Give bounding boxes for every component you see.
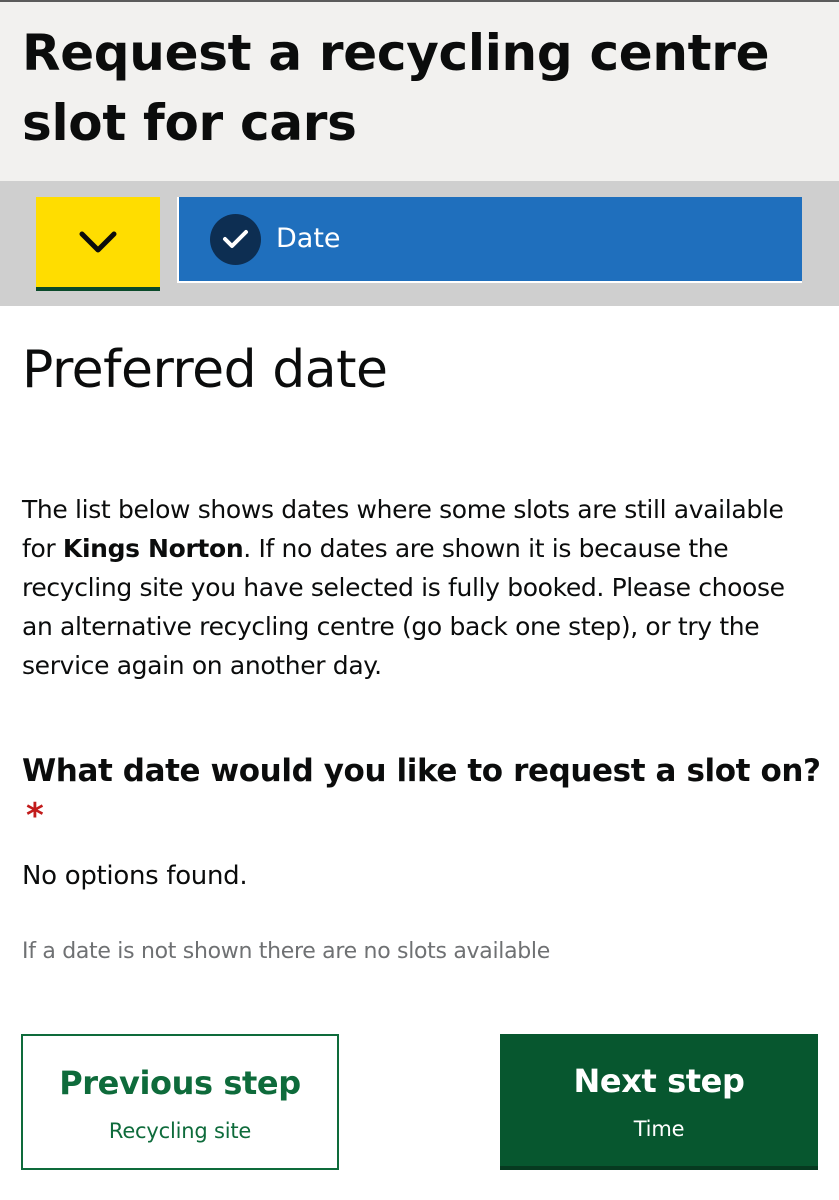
header-title: Request a recycling centre slot for cars (22, 24, 770, 152)
next-step-button[interactable]: Next step Time (500, 1034, 818, 1170)
no-options-message: No options found. (22, 861, 248, 891)
steps-toggle-button[interactable] (36, 197, 160, 291)
previous-step-sublabel: Recycling site (108, 1119, 252, 1143)
next-step-sublabel: Time (633, 1117, 685, 1141)
step-complete-badge (210, 214, 261, 265)
intro-text: The list below shows dates where some sl… (22, 490, 822, 685)
previous-step-label: Previous step (59, 1064, 301, 1102)
check-icon (223, 230, 248, 248)
chevron-down-icon (79, 231, 117, 253)
next-step-label: Next step (573, 1062, 745, 1100)
selected-site-name: Kings Norton (62, 534, 244, 563)
date-question-label: What date would you like to request a sl… (22, 753, 821, 789)
date-hint: If a date is not shown there are no slot… (22, 939, 550, 964)
required-marker: * (26, 796, 44, 836)
current-step-label: Date (276, 223, 341, 254)
current-step: Date (177, 197, 802, 283)
step-navigation-bar: Date (0, 181, 839, 306)
previous-step-button[interactable]: Previous step Recycling site (21, 1034, 339, 1170)
page-header: Request a recycling centre slot for cars (0, 0, 839, 181)
page: Request a recycling centre slot for cars… (0, 0, 839, 1200)
page-title: Preferred date (22, 340, 388, 400)
